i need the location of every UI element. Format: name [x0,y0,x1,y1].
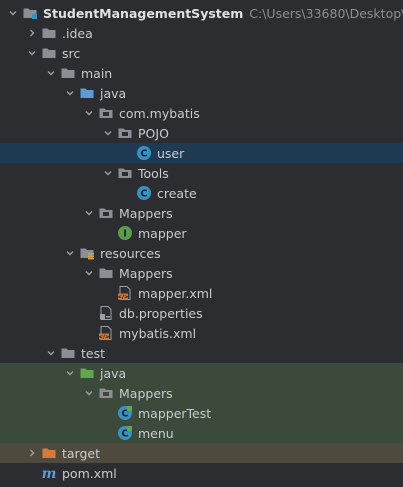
source-folder-icon [79,85,95,101]
tree-item-label: pom.xml [62,465,117,481]
package-icon [98,105,114,121]
module-folder-icon [22,5,38,21]
tree-item-label: com.mybatis [119,105,200,121]
tree-item-menu[interactable]: C menu [0,423,403,443]
tree-item-label: mapper.xml [138,285,213,301]
chevron-down-icon[interactable] [101,166,115,180]
chevron-right-icon[interactable] [25,26,39,40]
tree-item-label: main [81,65,113,81]
resources-folder-icon [79,245,95,261]
tree-item-label: mapperTest [138,405,212,421]
tree-item-user[interactable]: C user [0,143,403,163]
tree-item-label: Mappers [119,265,173,281]
chevron-down-icon[interactable] [82,106,96,120]
test-source-folder-icon [79,365,95,381]
test-class-icon: C [117,405,133,421]
tree-item-label: POJO [138,125,169,141]
tree-item-label: mybatis.xml [119,325,197,341]
project-path: C:\Users\33680\Desktop\Stude [249,5,403,21]
class-icon: C [136,145,152,161]
test-class-icon: C [117,425,133,441]
tree-item-label: mapper [138,225,187,241]
folder-icon [98,265,114,281]
svg-text:I: I [123,229,127,240]
class-icon: C [136,185,152,201]
tree-item-resources-mappers[interactable]: Mappers [0,263,403,283]
tree-item-src[interactable]: src [0,43,403,63]
tree-item-test-java[interactable]: java [0,363,403,383]
svg-text:</>: </> [98,335,110,341]
project-name: StudentManagementSystem [43,5,244,21]
tree-item-db-properties[interactable]: db.properties [0,303,403,323]
tree-item-mappers-package[interactable]: Mappers [0,203,403,223]
tree-item-test-mappers[interactable]: Mappers [0,383,403,403]
chevron-down-icon[interactable] [6,6,20,20]
tree-item-pojo[interactable]: POJO [0,123,403,143]
chevron-down-icon[interactable] [82,206,96,220]
maven-icon: m [41,465,57,481]
tree-item-label: java [100,365,127,381]
tree-item-tools[interactable]: Tools [0,163,403,183]
package-icon [98,385,114,401]
tree-item-label: java [100,85,127,101]
svg-text:C: C [141,149,148,160]
svg-text:C: C [141,189,148,200]
tree-item-label: Tools [138,165,169,181]
folder-icon [41,25,57,41]
chevron-down-icon[interactable] [44,66,58,80]
tree-item-label: create [157,185,197,201]
chevron-down-icon[interactable] [63,86,77,100]
tree-item-mapper[interactable]: I mapper [0,223,403,243]
tree-item-label: src [62,45,81,61]
tree-item-target[interactable]: target [0,443,403,463]
svg-text:</>: </> [117,295,129,301]
tree-item-resources[interactable]: resources [0,243,403,263]
chevron-right-icon[interactable] [25,446,39,460]
xml-file-icon: </> [117,285,133,301]
tree-item-label: user [157,145,185,161]
tree-item-label: .idea [62,25,93,41]
tree-item-mapper-xml[interactable]: </> mapper.xml [0,283,403,303]
tree-item-label: Mappers [119,385,173,401]
folder-icon [60,345,76,361]
chevron-down-icon[interactable] [82,266,96,280]
project-tree: StudentManagementSystem C:\Users\33680\D… [0,0,403,487]
package-icon [98,205,114,221]
interface-icon: I [117,225,133,241]
package-icon [117,125,133,141]
tree-item-pom-xml[interactable]: m pom.xml [0,463,403,483]
tree-item-create[interactable]: C create [0,183,403,203]
tree-item-idea[interactable]: .idea [0,23,403,43]
tree-item-label: target [62,445,101,461]
chevron-down-icon[interactable] [25,46,39,60]
folder-icon [60,65,76,81]
chevron-down-icon[interactable] [44,346,58,360]
tree-item-mybatis-xml[interactable]: </> mybatis.xml [0,323,403,343]
tree-item-main[interactable]: main [0,63,403,83]
tree-item-label: menu [138,425,174,441]
tree-item-label: db.properties [119,305,203,321]
folder-icon [41,45,57,61]
tree-item-mapper-test[interactable]: C mapperTest [0,403,403,423]
excluded-folder-icon [41,445,57,461]
tree-item-test[interactable]: test [0,343,403,363]
tree-item-label: Mappers [119,205,173,221]
properties-file-icon [98,305,114,321]
chevron-down-icon[interactable] [82,386,96,400]
svg-text:m: m [42,466,57,481]
tree-item-label: resources [100,245,161,261]
tree-item-project-root[interactable]: StudentManagementSystem C:\Users\33680\D… [0,3,403,23]
chevron-down-icon[interactable] [63,366,77,380]
chevron-down-icon[interactable] [63,246,77,260]
xml-file-icon: </> [98,325,114,341]
tree-item-com-mybatis[interactable]: com.mybatis [0,103,403,123]
tree-item-label: test [81,345,106,361]
tree-item-java[interactable]: java [0,83,403,103]
package-icon [117,165,133,181]
chevron-down-icon[interactable] [101,126,115,140]
